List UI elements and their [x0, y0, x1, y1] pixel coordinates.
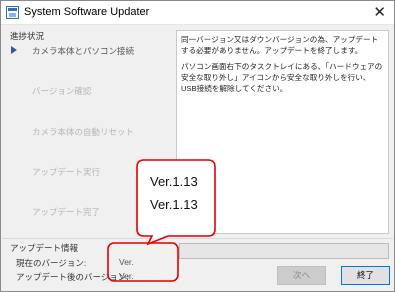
section-divider	[2, 238, 393, 239]
exit-button[interactable]: 終了	[341, 266, 390, 285]
message-box: 同一バージョン又はダウンバージョンの為、アップデートする必要がありません。アップ…	[176, 30, 389, 234]
steps-heading: 進捗状況	[10, 31, 45, 41]
step-label: カメラ本体とパソコン接続	[32, 46, 135, 56]
step-label: アップデート完了	[32, 207, 101, 217]
close-icon[interactable]: ✕	[373, 3, 386, 21]
after-version-value: Ver.	[119, 271, 134, 281]
app-icon	[6, 6, 19, 19]
step-label: カメラ本体の自動リセット	[32, 127, 135, 137]
step-label: バージョン確認	[32, 86, 92, 96]
current-version-value: Ver.	[119, 257, 134, 267]
step-label: アップデート実行	[32, 167, 101, 177]
current-version-label: 現在のバージョン:	[16, 258, 87, 268]
callout-version-line: Ver.1.13	[150, 174, 198, 189]
updater-window: System Software Updater ✕ 進捗状況 カメラ本体とパソコ…	[0, 0, 395, 292]
title-bar: System Software Updater ✕	[1, 1, 394, 25]
after-version-label: アップデート後のバージョン:	[16, 272, 129, 282]
next-button[interactable]: 次へ	[277, 266, 326, 285]
callout-version-line: Ver.1.13	[150, 197, 198, 212]
window-title: System Software Updater	[24, 6, 150, 18]
message-paragraph: 同一バージョン又はダウンバージョンの為、アップデートする必要がありません。アップ…	[181, 35, 379, 55]
progress-bar	[179, 243, 389, 259]
current-step-marker-icon	[11, 46, 17, 54]
update-info-heading: アップデート情報	[10, 243, 79, 253]
message-paragraph: パソコン画面右下のタスクトレイにある、「ハードウェアの安全な取り外し」アイコンか…	[181, 62, 383, 93]
